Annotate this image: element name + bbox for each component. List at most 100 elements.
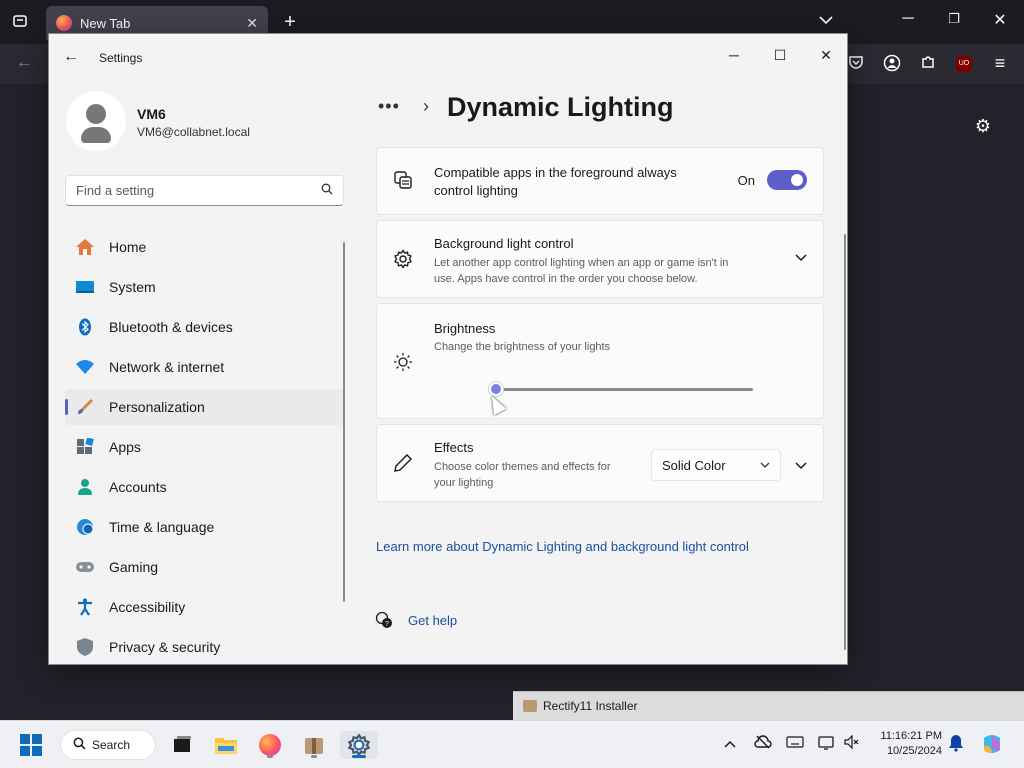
accessibility-icon <box>78 598 92 616</box>
sidebar-item-system[interactable]: System <box>65 269 344 305</box>
compatible-apps-title-1: Compatible apps in the foreground always <box>434 165 677 180</box>
effects-desc-2: your lighting <box>434 477 494 489</box>
breadcrumb-more-button[interactable]: ••• <box>378 96 400 117</box>
minimize-button[interactable]: ─ <box>711 40 757 70</box>
globe-clock-icon <box>77 519 94 535</box>
avatar[interactable] <box>66 91 126 151</box>
task-view-icon[interactable] <box>168 731 196 759</box>
sidebar-item-home[interactable]: Home <box>65 229 344 265</box>
chevron-down-icon[interactable] <box>795 251 807 265</box>
taskbar-search[interactable]: Search <box>60 730 156 760</box>
sidebar-item-time-language[interactable]: Time & language <box>65 509 344 545</box>
onedrive-icon[interactable] <box>754 735 772 752</box>
sidebar-item-label: Accounts <box>109 479 167 495</box>
sidebar-nav: Home System Bluetooth & devices Network … <box>65 229 344 669</box>
settings-gear-icon[interactable]: ⚙ <box>972 116 994 137</box>
profile-email: VM6@collabnet.local <box>137 125 250 139</box>
settings-window: ← Settings ─ ☐ ✕ VM6 VM6@collabnet.local… <box>48 33 848 665</box>
volume-muted-icon[interactable] <box>844 734 860 752</box>
notification-bell-icon[interactable] <box>948 734 964 755</box>
toggle-state-label: On <box>737 173 755 188</box>
network-icon[interactable] <box>818 735 836 754</box>
effects-title: Effects <box>434 440 474 455</box>
sidebar-item-privacy[interactable]: Privacy & security <box>65 629 344 665</box>
home-icon <box>76 239 94 255</box>
sidebar-item-personalization[interactable]: Personalization <box>65 389 344 425</box>
tab-close-icon[interactable]: ✕ <box>246 15 258 32</box>
effects-dropdown[interactable]: Solid Color <box>651 449 781 481</box>
apps-icon <box>77 438 94 454</box>
installer-icon <box>523 700 537 712</box>
close-button[interactable]: ✕ <box>803 40 849 70</box>
sidebar-item-accounts[interactable]: Accounts <box>65 469 344 505</box>
effects-card[interactable]: Effects Choose color themes and effects … <box>376 424 824 502</box>
brightness-title: Brightness <box>434 321 496 336</box>
minimize-icon[interactable]: ─ <box>898 10 918 28</box>
taskbar-search-label: Search <box>92 738 131 752</box>
restore-icon[interactable]: ❐ <box>944 11 964 27</box>
settings-taskbar-icon[interactable] <box>340 731 378 759</box>
sidebar-item-apps[interactable]: Apps <box>65 429 344 465</box>
search-icon <box>321 183 333 198</box>
sidebar-item-network[interactable]: Network & internet <box>65 349 344 385</box>
pocket-icon[interactable] <box>846 54 866 75</box>
sidebar-item-accessibility[interactable]: Accessibility <box>65 589 344 625</box>
back-icon[interactable]: ← <box>63 48 79 66</box>
search-placeholder: Find a setting <box>76 183 155 198</box>
sidebar-item-label: Time & language <box>109 519 215 535</box>
sidebar-item-bluetooth[interactable]: Bluetooth & devices <box>65 309 344 345</box>
get-help-link[interactable]: Get help <box>408 613 457 628</box>
maximize-button[interactable]: ☐ <box>757 40 803 70</box>
sidebar-item-label: Privacy & security <box>109 639 221 655</box>
system-icon <box>76 281 94 293</box>
system-clock[interactable]: 11:16:21 PM 10/25/2024 <box>870 729 942 759</box>
brightness-slider-track[interactable] <box>495 388 753 391</box>
copilot-icon[interactable] <box>980 732 1004 759</box>
chevron-right-icon: › <box>423 96 429 116</box>
clock-date: 10/25/2024 <box>886 745 942 757</box>
content-scrollbar[interactable] <box>844 234 846 650</box>
help-icon: ? <box>375 611 393 633</box>
keyboard-icon[interactable] <box>786 735 804 751</box>
back-icon[interactable]: ← <box>14 54 34 72</box>
effects-selected-value: Solid Color <box>662 457 726 473</box>
background-light-card[interactable]: Background light control Let another app… <box>376 220 824 298</box>
sidebar-item-label: System <box>109 279 156 295</box>
installer-taskbar-icon[interactable] <box>300 731 328 759</box>
ublock-icon[interactable]: UO <box>956 56 972 72</box>
learn-more-link[interactable]: Learn more about Dynamic Lighting and ba… <box>376 539 749 554</box>
chevron-down-icon[interactable] <box>795 459 807 473</box>
search-input[interactable]: Find a setting <box>65 175 344 206</box>
menu-icon[interactable]: ≡ <box>990 53 1010 74</box>
chevron-down-icon <box>760 460 770 471</box>
compatible-apps-card: Compatible apps in the foreground always… <box>376 147 824 215</box>
background-light-title: Background light control <box>434 236 574 251</box>
sidebar-item-label: Accessibility <box>109 599 186 615</box>
brightness-card: Brightness Change the brightness of your… <box>376 303 824 419</box>
show-hidden-icons-chevron[interactable] <box>724 735 736 751</box>
window-title: Settings <box>99 51 143 65</box>
browser-tab-title: New Tab <box>80 15 131 31</box>
compatible-apps-toggle[interactable] <box>767 170 807 190</box>
rectify-installer-window[interactable]: Rectify11 Installer <box>513 691 1024 720</box>
profile-name: VM6 <box>137 106 166 122</box>
extensions-icon[interactable] <box>918 54 938 75</box>
firefox-icon <box>56 15 72 31</box>
bluetooth-icon <box>79 318 91 336</box>
new-tab-button[interactable]: + <box>280 11 300 34</box>
close-icon[interactable]: ✕ <box>990 10 1010 30</box>
tab-list-chevron-icon[interactable] <box>816 12 836 30</box>
account-icon[interactable] <box>882 54 902 77</box>
accounts-icon <box>78 479 92 495</box>
background-light-desc-1: Let another app control lighting when an… <box>434 257 729 269</box>
foreground-apps-icon <box>393 170 413 195</box>
search-icon <box>73 737 86 753</box>
svg-text:?: ? <box>385 621 389 628</box>
tab-overview-icon[interactable] <box>10 13 30 34</box>
firefox-taskbar-icon[interactable] <box>256 731 284 759</box>
sidebar-item-gaming[interactable]: Gaming <box>65 549 344 585</box>
clock-time: 11:16:21 PM <box>880 730 942 742</box>
file-explorer-icon[interactable] <box>212 731 240 759</box>
start-button[interactable] <box>20 734 42 756</box>
sidebar-scrollbar[interactable] <box>343 242 345 602</box>
